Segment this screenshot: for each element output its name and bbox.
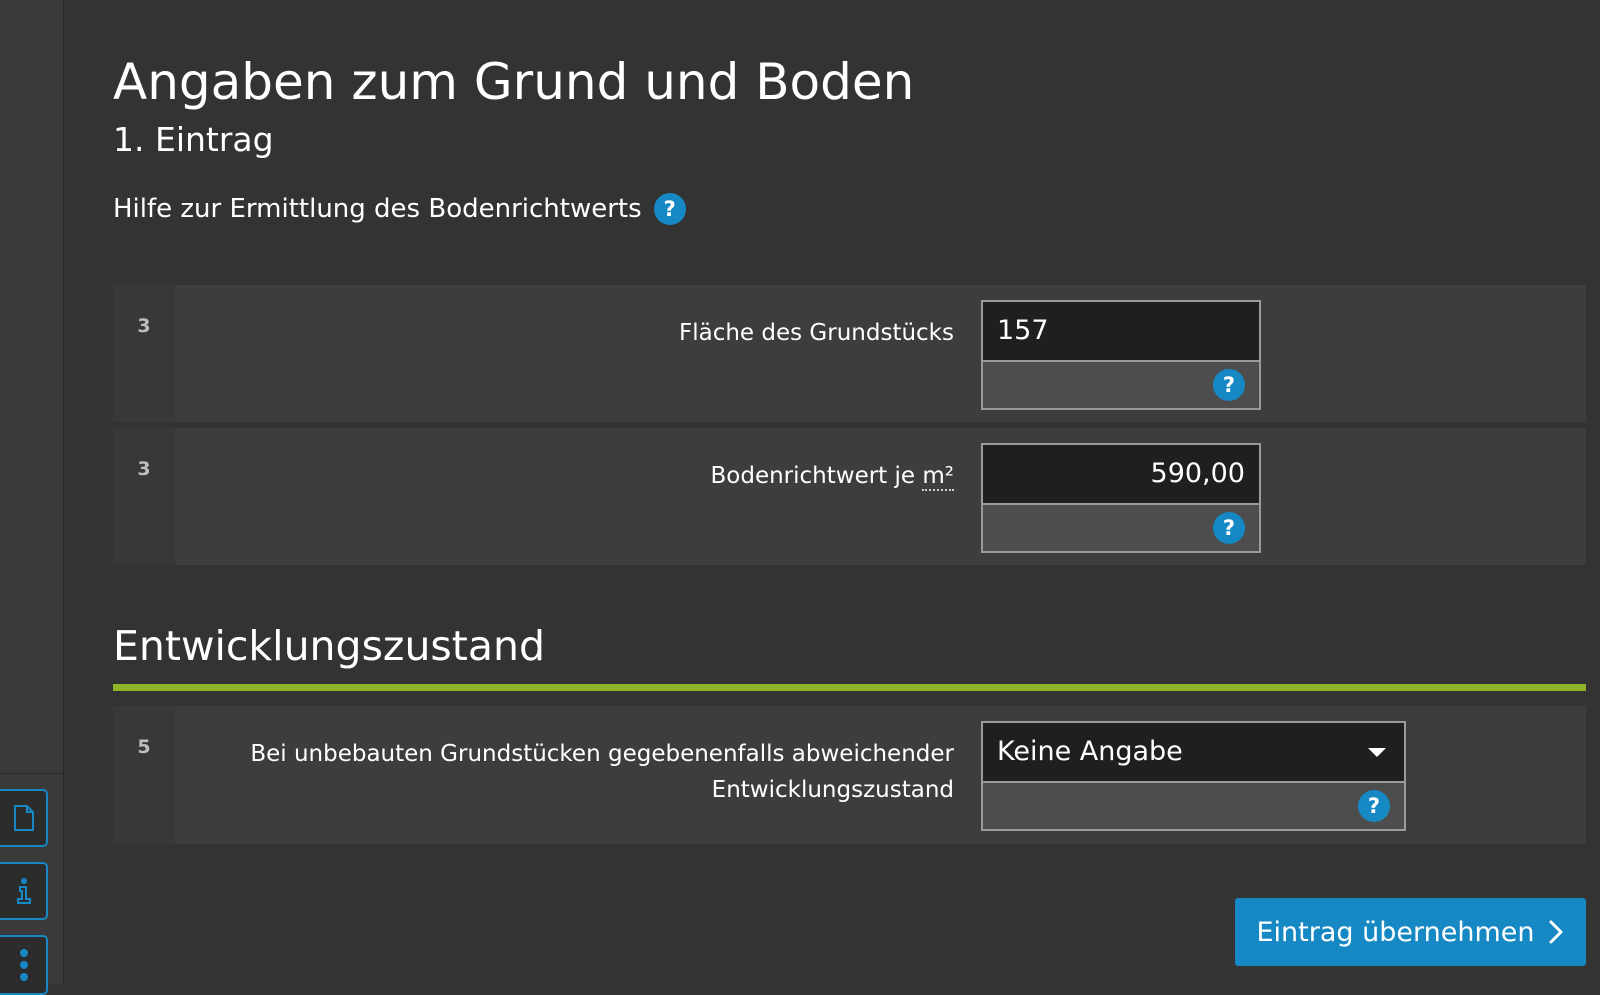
page-title: Angaben zum Grund und Boden (113, 53, 915, 111)
row-number: 5 (137, 736, 151, 758)
help-link-text: Hilfe zur Ermittlung des Bodenrichtwerts (113, 194, 642, 224)
row-number: 3 (137, 315, 151, 337)
development-select[interactable]: Keine Angabe (983, 723, 1404, 783)
field-label-land-value: Bodenrichtwert je m² (710, 458, 954, 494)
page-subtitle: 1. Eintrag (113, 120, 274, 159)
area-input[interactable]: 157 (983, 302, 1259, 362)
submit-entry-button[interactable]: Eintrag übernehmen (1235, 898, 1586, 966)
help-link[interactable]: Hilfe zur Ermittlung des Bodenrichtwerts… (113, 191, 686, 227)
development-help-icon[interactable]: ? (1358, 790, 1390, 822)
chevron-down-icon (1368, 747, 1386, 757)
submit-entry-label: Eintrag übernehmen (1256, 916, 1535, 948)
land-value-field: 590,00 ? (981, 443, 1261, 553)
area-help-icon[interactable]: ? (1213, 369, 1245, 401)
sidebar-info-button[interactable] (0, 862, 48, 920)
row-number-column (113, 285, 175, 422)
chevron-right-icon (1549, 920, 1563, 944)
land-value-field-footer: ? (983, 505, 1259, 551)
form-row-development: 5 Bei unbebauten Grundstücken gegebenenf… (113, 706, 1586, 844)
development-label-line-1: Bei unbebauten Grundstücken gegebenenfal… (250, 741, 954, 767)
field-label-area: Fläche des Grundstücks (678, 320, 954, 346)
land-value-input[interactable]: 590,00 (983, 445, 1259, 505)
field-label-development: Bei unbebauten Grundstücken gegebenenfal… (250, 736, 954, 808)
land-value-label-text: Bodenrichtwert je (710, 463, 923, 489)
sidebar-rail (0, 0, 64, 995)
info-icon (17, 878, 31, 904)
document-icon (14, 805, 34, 831)
sidebar-more-button[interactable] (0, 935, 48, 995)
development-field-footer: ? (983, 783, 1404, 829)
unit-abbreviation: m² (922, 463, 954, 491)
area-field-footer: ? (983, 362, 1259, 408)
sidebar-divider (0, 773, 64, 774)
section-title: Entwicklungszustand (113, 622, 546, 670)
row-number-column (113, 428, 175, 565)
more-icon (20, 949, 28, 981)
development-selected-value: Keine Angabe (997, 736, 1183, 767)
sidebar-document-button[interactable] (0, 789, 48, 847)
help-icon[interactable]: ? (653, 193, 686, 225)
row-number-column (113, 706, 175, 844)
form-row-land-value: 3 Bodenrichtwert je m² 590,00 ? (113, 428, 1586, 565)
section-rule (113, 684, 1586, 691)
land-value-help-icon[interactable]: ? (1213, 512, 1245, 544)
development-label-line-2: Entwicklungszustand (711, 777, 954, 803)
row-number: 3 (137, 458, 151, 480)
form-row-area: 3 Fläche des Grundstücks 157 ? (113, 285, 1586, 422)
area-field: 157 ? (981, 300, 1261, 410)
development-field: Keine Angabe ? (981, 721, 1406, 831)
